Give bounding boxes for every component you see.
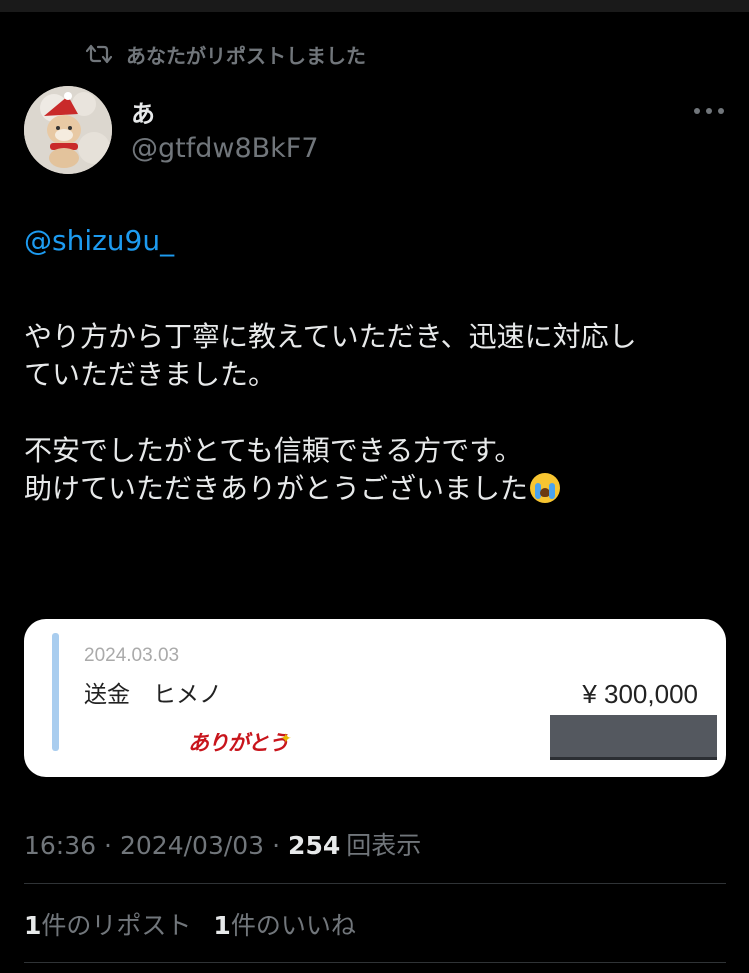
avatar[interactable] — [24, 86, 112, 174]
tweet-paragraph-2: 不安でしたがとても信頼できる方です。 助けていただきありがとうございました — [24, 432, 729, 508]
dot — [706, 108, 712, 114]
separator: · — [104, 831, 112, 860]
views-count: 254 — [288, 831, 341, 860]
reposts-stat[interactable]: 1件のリポスト — [24, 906, 191, 942]
mention-link[interactable]: @shizu9u_ — [24, 222, 729, 260]
redacted-block — [550, 715, 717, 760]
tweet-date[interactable]: 2024/03/03 — [120, 831, 264, 860]
likes-label: 件のいいね — [230, 911, 356, 940]
likes-count: 1 — [213, 911, 231, 940]
views-label: 回表示 — [346, 831, 422, 860]
engagement-stats: 1件のリポスト 1件のいいね — [24, 906, 356, 942]
retweet-indicator[interactable]: あなたがリポストしました — [86, 40, 366, 68]
more-options-icon[interactable] — [694, 100, 724, 122]
reposts-count: 1 — [24, 911, 42, 940]
author-handle[interactable]: @gtfdw8BkF7 — [131, 133, 319, 164]
dot — [718, 108, 724, 114]
attached-image-card[interactable]: 2024.03.03 送金 ヒメノ ¥ 300,000 ありがとう ✦ — [24, 619, 726, 777]
tweet-paragraph-1: やり方から丁寧に教えていただき、迅速に対応し ていただきました。 — [24, 320, 637, 391]
dot — [694, 108, 700, 114]
card-transfer-label: 送金 ヒメノ — [84, 682, 222, 708]
separator: · — [272, 831, 281, 860]
repost-icon — [86, 44, 112, 64]
tweet-meta: 16:36 · 2024/03/03 · 254 回表示 — [24, 826, 421, 862]
divider — [24, 962, 726, 963]
sparkle-icon: ✦ — [280, 731, 292, 747]
crying-face-icon — [530, 473, 561, 503]
retweet-label: あなたがリポストしました — [126, 43, 366, 68]
card-amount: ¥ 300,000 — [582, 679, 698, 709]
card-date: 2024.03.03 — [84, 645, 180, 666]
thank-you-stamp: ありがとう — [188, 731, 289, 755]
likes-stat[interactable]: 1件のいいね — [213, 906, 355, 942]
author-display-name[interactable]: あ — [131, 94, 155, 129]
avatar-image — [24, 86, 112, 174]
tweet-body: @shizu9u_ やり方から丁寧に教えていただき、迅速に対応し ていただきまし… — [24, 222, 729, 508]
divider — [24, 883, 726, 884]
tweet-paragraph-2-text: 不安でしたがとても信頼できる方です。 助けていただきありがとうございました — [24, 434, 529, 505]
tweet-time[interactable]: 16:36 — [24, 831, 96, 860]
top-edge-bar — [0, 0, 749, 12]
reposts-label: 件のリポスト — [41, 911, 192, 940]
card-accent-bar — [52, 633, 59, 751]
